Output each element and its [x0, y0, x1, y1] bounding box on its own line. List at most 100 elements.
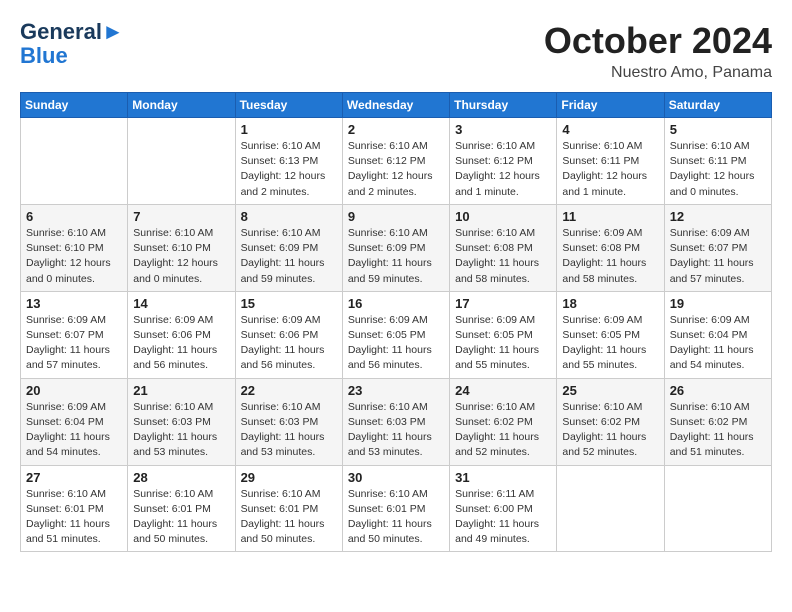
calendar-cell: 1 Sunrise: 6:10 AM Sunset: 6:13 PM Daylig… [235, 118, 342, 205]
day-info: Sunrise: 6:10 AM Sunset: 6:03 PM Dayligh… [133, 400, 229, 461]
day-info: Sunrise: 6:10 AM Sunset: 6:03 PM Dayligh… [241, 400, 337, 461]
day-info: Sunrise: 6:10 AM Sunset: 6:01 PM Dayligh… [26, 487, 122, 548]
day-number: 29 [241, 470, 337, 485]
day-number: 14 [133, 296, 229, 311]
day-number: 25 [562, 383, 658, 398]
day-number: 12 [670, 209, 766, 224]
day-number: 2 [348, 122, 444, 137]
calendar-cell: 28 Sunrise: 6:10 AM Sunset: 6:01 PM Dayli… [128, 465, 235, 552]
calendar-cell [557, 465, 664, 552]
day-info: Sunrise: 6:11 AM Sunset: 6:00 PM Dayligh… [455, 487, 551, 548]
day-info: Sunrise: 6:09 AM Sunset: 6:07 PM Dayligh… [26, 313, 122, 374]
calendar-cell: 4Sunrise: 6:10 AM Sunset: 6:11 PM Daylig… [557, 118, 664, 205]
calendar-cell: 19 Sunrise: 6:09 AM Sunset: 6:04 PM Dayli… [664, 291, 771, 378]
calendar-cell: 3 Sunrise: 6:10 AM Sunset: 6:12 PM Daylig… [450, 118, 557, 205]
calendar-cell: 18 Sunrise: 6:09 AM Sunset: 6:05 PM Dayli… [557, 291, 664, 378]
calendar-cell: 17 Sunrise: 6:09 AM Sunset: 6:05 PM Dayli… [450, 291, 557, 378]
calendar-week-5: 27Sunrise: 6:10 AM Sunset: 6:01 PM Dayli… [21, 465, 772, 552]
day-info: Sunrise: 6:09 AM Sunset: 6:08 PM Dayligh… [562, 226, 658, 287]
day-number: 22 [241, 383, 337, 398]
day-info: Sunrise: 6:10 AM Sunset: 6:03 PM Dayligh… [348, 400, 444, 461]
day-number: 26 [670, 383, 766, 398]
day-info: Sunrise: 6:10 AM Sunset: 6:13 PM Dayligh… [241, 139, 337, 200]
day-info: Sunrise: 6:09 AM Sunset: 6:06 PM Dayligh… [241, 313, 337, 374]
calendar-cell [664, 465, 771, 552]
day-number: 18 [562, 296, 658, 311]
day-info: Sunrise: 6:10 AM Sunset: 6:10 PM Dayligh… [26, 226, 122, 287]
calendar-cell: 13 Sunrise: 6:09 AM Sunset: 6:07 PM Dayli… [21, 291, 128, 378]
day-info: Sunrise: 6:09 AM Sunset: 6:05 PM Dayligh… [562, 313, 658, 374]
day-number: 30 [348, 470, 444, 485]
day-number: 10 [455, 209, 551, 224]
day-number: 16 [348, 296, 444, 311]
day-info: Sunrise: 6:10 AM Sunset: 6:09 PM Dayligh… [348, 226, 444, 287]
calendar-cell: 29 Sunrise: 6:10 AM Sunset: 6:01 PM Dayli… [235, 465, 342, 552]
day-info: Sunrise: 6:09 AM Sunset: 6:04 PM Dayligh… [26, 400, 122, 461]
calendar-cell: 30 Sunrise: 6:10 AM Sunset: 6:01 PM Dayli… [342, 465, 449, 552]
calendar-col-saturday: Saturday [664, 93, 771, 118]
day-info: Sunrise: 6:09 AM Sunset: 6:06 PM Dayligh… [133, 313, 229, 374]
day-info: Sunrise: 6:10 AM Sunset: 6:12 PM Dayligh… [455, 139, 551, 200]
day-number: 17 [455, 296, 551, 311]
calendar-body: 1 Sunrise: 6:10 AM Sunset: 6:13 PM Daylig… [21, 118, 772, 552]
calendar-cell: 9 Sunrise: 6:10 AM Sunset: 6:09 PM Daylig… [342, 204, 449, 291]
day-number: 24 [455, 383, 551, 398]
title-area: October 2024 Nuestro Amo, Panama [544, 20, 772, 82]
day-info: Sunrise: 6:10 AM Sunset: 6:01 PM Dayligh… [241, 487, 337, 548]
calendar-cell: 27Sunrise: 6:10 AM Sunset: 6:01 PM Dayli… [21, 465, 128, 552]
calendar-header-row: SundayMondayTuesdayWednesdayThursdayFrid… [21, 93, 772, 118]
calendar-cell [128, 118, 235, 205]
calendar-cell: 15Sunrise: 6:09 AM Sunset: 6:06 PM Dayli… [235, 291, 342, 378]
day-info: Sunrise: 6:10 AM Sunset: 6:11 PM Dayligh… [562, 139, 658, 200]
calendar-week-1: 1 Sunrise: 6:10 AM Sunset: 6:13 PM Daylig… [21, 118, 772, 205]
day-number: 28 [133, 470, 229, 485]
day-number: 21 [133, 383, 229, 398]
calendar-week-3: 13 Sunrise: 6:09 AM Sunset: 6:07 PM Dayli… [21, 291, 772, 378]
calendar-cell: 14 Sunrise: 6:09 AM Sunset: 6:06 PM Dayli… [128, 291, 235, 378]
day-info: Sunrise: 6:10 AM Sunset: 6:02 PM Dayligh… [670, 400, 766, 461]
day-number: 6 [26, 209, 122, 224]
day-number: 9 [348, 209, 444, 224]
day-number: 13 [26, 296, 122, 311]
day-number: 20 [26, 383, 122, 398]
day-info: Sunrise: 6:10 AM Sunset: 6:01 PM Dayligh… [133, 487, 229, 548]
day-info: Sunrise: 6:10 AM Sunset: 6:01 PM Dayligh… [348, 487, 444, 548]
day-number: 3 [455, 122, 551, 137]
day-number: 23 [348, 383, 444, 398]
day-number: 31 [455, 470, 551, 485]
day-info: Sunrise: 6:09 AM Sunset: 6:05 PM Dayligh… [455, 313, 551, 374]
calendar-col-sunday: Sunday [21, 93, 128, 118]
day-info: Sunrise: 6:10 AM Sunset: 6:11 PM Dayligh… [670, 139, 766, 200]
calendar-col-tuesday: Tuesday [235, 93, 342, 118]
calendar-cell: 26 Sunrise: 6:10 AM Sunset: 6:02 PM Dayli… [664, 378, 771, 465]
calendar-cell: 21 Sunrise: 6:10 AM Sunset: 6:03 PM Dayli… [128, 378, 235, 465]
day-info: Sunrise: 6:10 AM Sunset: 6:02 PM Dayligh… [562, 400, 658, 461]
calendar-col-thursday: Thursday [450, 93, 557, 118]
day-number: 1 [241, 122, 337, 137]
calendar-cell: 24 Sunrise: 6:10 AM Sunset: 6:02 PM Dayli… [450, 378, 557, 465]
day-info: Sunrise: 6:09 AM Sunset: 6:04 PM Dayligh… [670, 313, 766, 374]
day-number: 11 [562, 209, 658, 224]
calendar-table: SundayMondayTuesdayWednesdayThursdayFrid… [20, 92, 772, 552]
logo-general: General [20, 20, 102, 44]
day-info: Sunrise: 6:10 AM Sunset: 6:08 PM Dayligh… [455, 226, 551, 287]
month-title: October 2024 [544, 20, 772, 62]
calendar-col-wednesday: Wednesday [342, 93, 449, 118]
logo: General ► Blue [20, 20, 124, 68]
location: Nuestro Amo, Panama [544, 64, 772, 82]
day-info: Sunrise: 6:09 AM Sunset: 6:05 PM Dayligh… [348, 313, 444, 374]
calendar-cell: 20 Sunrise: 6:09 AM Sunset: 6:04 PM Dayli… [21, 378, 128, 465]
day-number: 19 [670, 296, 766, 311]
calendar-cell: 11 Sunrise: 6:09 AM Sunset: 6:08 PM Dayli… [557, 204, 664, 291]
day-info: Sunrise: 6:10 AM Sunset: 6:02 PM Dayligh… [455, 400, 551, 461]
calendar-cell: 16 Sunrise: 6:09 AM Sunset: 6:05 PM Dayli… [342, 291, 449, 378]
calendar-cell: 2 Sunrise: 6:10 AM Sunset: 6:12 PM Daylig… [342, 118, 449, 205]
logo-arrow-icon: ► [102, 20, 124, 44]
logo-blue: Blue [20, 44, 124, 68]
calendar-cell: 10 Sunrise: 6:10 AM Sunset: 6:08 PM Dayli… [450, 204, 557, 291]
day-info: Sunrise: 6:10 AM Sunset: 6:12 PM Dayligh… [348, 139, 444, 200]
day-number: 5 [670, 122, 766, 137]
calendar-cell: 7Sunrise: 6:10 AM Sunset: 6:10 PM Daylig… [128, 204, 235, 291]
calendar-week-4: 20 Sunrise: 6:09 AM Sunset: 6:04 PM Dayli… [21, 378, 772, 465]
calendar-cell: 12Sunrise: 6:09 AM Sunset: 6:07 PM Dayli… [664, 204, 771, 291]
